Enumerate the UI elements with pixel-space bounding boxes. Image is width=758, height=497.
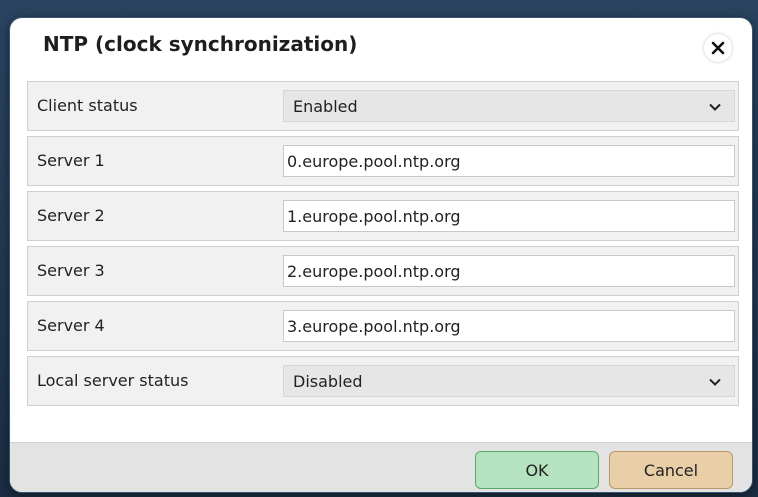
local-server-status-value: Disabled — [293, 372, 363, 391]
cancel-button[interactable]: Cancel — [609, 451, 733, 489]
dialog-titlebar: NTP (clock synchronization) — [10, 18, 752, 74]
server-4-input[interactable] — [283, 310, 735, 342]
local-server-status-label: Local server status — [37, 371, 189, 390]
server-2-input[interactable] — [283, 200, 735, 232]
chevron-down-icon — [709, 378, 721, 386]
row-server-1: Server 1 — [27, 136, 739, 186]
server-3-label: Server 3 — [37, 261, 105, 280]
dialog-footer: OK Cancel — [10, 442, 752, 492]
settings-rows: Client status Enabled Server 1 Server 2 … — [27, 81, 741, 411]
ntp-dialog: NTP (clock synchronization) Client statu… — [10, 18, 752, 492]
chevron-down-icon — [709, 103, 721, 111]
client-status-label: Client status — [37, 96, 138, 115]
server-4-label: Server 4 — [37, 316, 105, 335]
server-1-label: Server 1 — [37, 151, 105, 170]
row-local-server-status: Local server status Disabled — [27, 356, 739, 406]
server-2-label: Server 2 — [37, 206, 105, 225]
dialog-title: NTP (clock synchronization) — [43, 32, 358, 56]
local-server-status-select[interactable]: Disabled — [283, 365, 735, 397]
ok-button[interactable]: OK — [475, 451, 599, 489]
row-server-2: Server 2 — [27, 191, 739, 241]
server-3-input[interactable] — [283, 255, 735, 287]
row-server-3: Server 3 — [27, 246, 739, 296]
row-client-status: Client status Enabled — [27, 81, 739, 131]
client-status-value: Enabled — [293, 97, 358, 116]
row-server-4: Server 4 — [27, 301, 739, 351]
client-status-select[interactable]: Enabled — [283, 90, 735, 122]
close-button[interactable] — [704, 34, 732, 62]
server-1-input[interactable] — [283, 145, 735, 177]
close-icon — [711, 41, 725, 55]
